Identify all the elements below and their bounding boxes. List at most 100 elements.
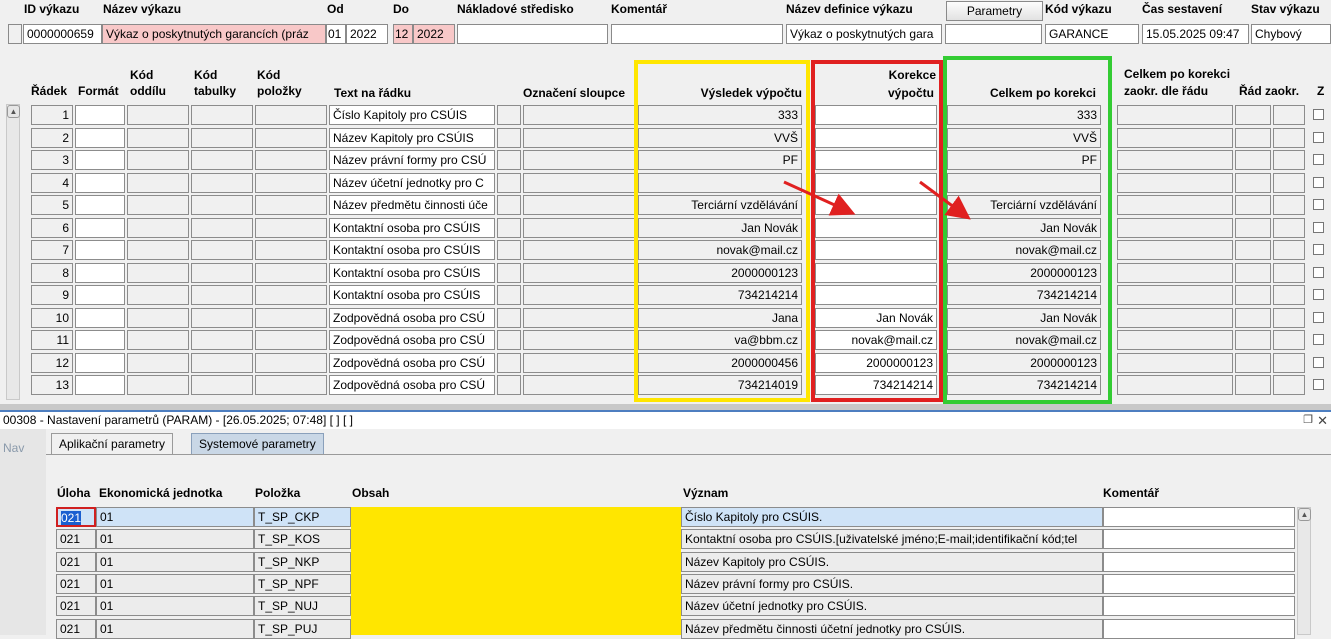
restore-window-icon[interactable]: ❐ bbox=[1303, 412, 1313, 429]
param-scrollbar[interactable]: ▲ bbox=[1297, 507, 1311, 635]
format-cell[interactable] bbox=[75, 105, 125, 125]
close-icon[interactable]: ✕ bbox=[1317, 412, 1328, 429]
row-text-cell[interactable]: Název účetní jednotky pro C bbox=[329, 172, 495, 193]
column-mark-cell[interactable] bbox=[523, 307, 635, 328]
item-code-cell[interactable] bbox=[255, 375, 327, 395]
param-item-cell[interactable]: T_SP_NKP bbox=[254, 551, 351, 572]
calc-result-cell[interactable]: 734214214 bbox=[638, 285, 802, 305]
row-text-cell[interactable]: Název předmětu činnosti úče bbox=[329, 195, 495, 215]
correction-cell[interactable] bbox=[815, 262, 937, 283]
format-cell[interactable] bbox=[75, 127, 125, 148]
param-task-cell[interactable]: 021 bbox=[56, 573, 96, 594]
row-number[interactable]: 1 bbox=[31, 105, 73, 125]
rounding-order-b-cell[interactable] bbox=[1273, 195, 1305, 215]
calc-result-cell[interactable]: 2000000123 bbox=[638, 262, 802, 283]
rounding-order-a-cell[interactable] bbox=[1235, 217, 1271, 238]
z-checkbox[interactable] bbox=[1313, 131, 1324, 143]
row-number[interactable]: 5 bbox=[31, 195, 73, 215]
mark-a-cell[interactable] bbox=[497, 375, 521, 395]
table-code-cell[interactable] bbox=[191, 352, 253, 373]
format-cell[interactable] bbox=[75, 217, 125, 238]
calc-result-cell[interactable]: 734214019 bbox=[638, 375, 802, 395]
column-mark-cell[interactable] bbox=[523, 150, 635, 170]
table-code-cell[interactable] bbox=[191, 330, 253, 350]
row-number[interactable]: 9 bbox=[31, 285, 73, 305]
row-number[interactable]: 12 bbox=[31, 352, 73, 373]
built-time-field[interactable]: 15.05.2025 09:47 bbox=[1142, 24, 1249, 44]
format-cell[interactable] bbox=[75, 330, 125, 350]
param-meaning-cell[interactable]: Kontaktní osoba pro CSÚIS.[uživatelské j… bbox=[681, 529, 1103, 550]
z-checkbox[interactable] bbox=[1313, 221, 1324, 233]
param-comment-cell[interactable] bbox=[1103, 596, 1295, 617]
z-checkbox[interactable] bbox=[1313, 289, 1324, 300]
table-code-cell[interactable] bbox=[191, 105, 253, 125]
rounding-order-b-cell[interactable] bbox=[1273, 375, 1305, 395]
param-unit-cell[interactable]: 01 bbox=[96, 573, 254, 594]
correction-cell[interactable] bbox=[815, 127, 937, 148]
item-code-cell[interactable] bbox=[255, 307, 327, 328]
param-unit-cell[interactable]: 01 bbox=[96, 596, 254, 617]
item-code-cell[interactable] bbox=[255, 262, 327, 283]
row-text-cell[interactable]: Kontaktní osoba pro CSÚIS bbox=[329, 240, 495, 260]
correction-cell[interactable] bbox=[815, 240, 937, 260]
to-month-field[interactable]: 12 bbox=[393, 24, 413, 44]
rounding-order-b-cell[interactable] bbox=[1273, 262, 1305, 283]
z-checkbox[interactable] bbox=[1313, 199, 1324, 210]
row-number[interactable]: 7 bbox=[31, 240, 73, 260]
correction-cell[interactable] bbox=[815, 105, 937, 125]
grid-scrollbar[interactable]: ▲ bbox=[6, 104, 20, 400]
mark-a-cell[interactable] bbox=[497, 195, 521, 215]
row-number[interactable]: 11 bbox=[31, 330, 73, 350]
mark-a-cell[interactable] bbox=[497, 352, 521, 373]
row-text-cell[interactable]: Zodpovědná osoba pro CSÚ bbox=[329, 330, 495, 350]
from-year-field[interactable]: 2022 bbox=[346, 24, 388, 44]
section-code-cell[interactable] bbox=[127, 240, 189, 260]
calc-result-cell[interactable]: 333 bbox=[638, 105, 802, 125]
param-task-cell[interactable]: 021 bbox=[56, 529, 96, 550]
column-mark-cell[interactable] bbox=[523, 195, 635, 215]
param-task-cell[interactable]: 021 bbox=[56, 596, 96, 617]
param-comment-cell[interactable] bbox=[1103, 507, 1295, 527]
item-code-cell[interactable] bbox=[255, 352, 327, 373]
row-number[interactable]: 6 bbox=[31, 217, 73, 238]
row-number[interactable]: 10 bbox=[31, 307, 73, 328]
mark-a-cell[interactable] bbox=[497, 105, 521, 125]
rounding-order-a-cell[interactable] bbox=[1235, 330, 1271, 350]
table-code-cell[interactable] bbox=[191, 375, 253, 395]
total-rounded-cell[interactable] bbox=[1117, 150, 1233, 170]
section-code-cell[interactable] bbox=[127, 217, 189, 238]
table-code-cell[interactable] bbox=[191, 307, 253, 328]
rounding-order-a-cell[interactable] bbox=[1235, 352, 1271, 373]
rounding-order-a-cell[interactable] bbox=[1235, 307, 1271, 328]
row-number[interactable]: 8 bbox=[31, 262, 73, 283]
param-item-cell[interactable]: T_SP_KOS bbox=[254, 529, 351, 550]
param-meaning-cell[interactable]: Název právní formy pro CSÚIS. bbox=[681, 573, 1103, 594]
mark-a-cell[interactable] bbox=[497, 262, 521, 283]
item-code-cell[interactable] bbox=[255, 217, 327, 238]
format-cell[interactable] bbox=[75, 285, 125, 305]
row-number[interactable]: 13 bbox=[31, 375, 73, 395]
from-month-field[interactable]: 01 bbox=[326, 24, 346, 44]
column-mark-cell[interactable] bbox=[523, 352, 635, 373]
z-checkbox[interactable] bbox=[1313, 154, 1324, 165]
row-text-cell[interactable]: Zodpovědná osoba pro CSÚ bbox=[329, 352, 495, 373]
calc-result-cell[interactable]: novak@mail.cz bbox=[638, 240, 802, 260]
item-code-cell[interactable] bbox=[255, 285, 327, 305]
mark-a-cell[interactable] bbox=[497, 240, 521, 260]
correction-cell[interactable] bbox=[815, 285, 937, 305]
section-code-cell[interactable] bbox=[127, 195, 189, 215]
item-code-cell[interactable] bbox=[255, 240, 327, 260]
row-text-cell[interactable]: Kontaktní osoba pro CSÚIS bbox=[329, 285, 495, 305]
row-text-cell[interactable]: Zodpovědná osoba pro CSÚ bbox=[329, 307, 495, 328]
column-mark-cell[interactable] bbox=[523, 127, 635, 148]
param-comment-cell[interactable] bbox=[1103, 618, 1295, 639]
params-field[interactable] bbox=[945, 24, 1042, 44]
section-code-cell[interactable] bbox=[127, 375, 189, 395]
column-mark-cell[interactable] bbox=[523, 105, 635, 125]
rounding-order-b-cell[interactable] bbox=[1273, 352, 1305, 373]
table-code-cell[interactable] bbox=[191, 150, 253, 170]
calc-result-cell[interactable]: VVŠ bbox=[638, 127, 802, 148]
section-code-cell[interactable] bbox=[127, 307, 189, 328]
table-code-cell[interactable] bbox=[191, 127, 253, 148]
item-code-cell[interactable] bbox=[255, 150, 327, 170]
